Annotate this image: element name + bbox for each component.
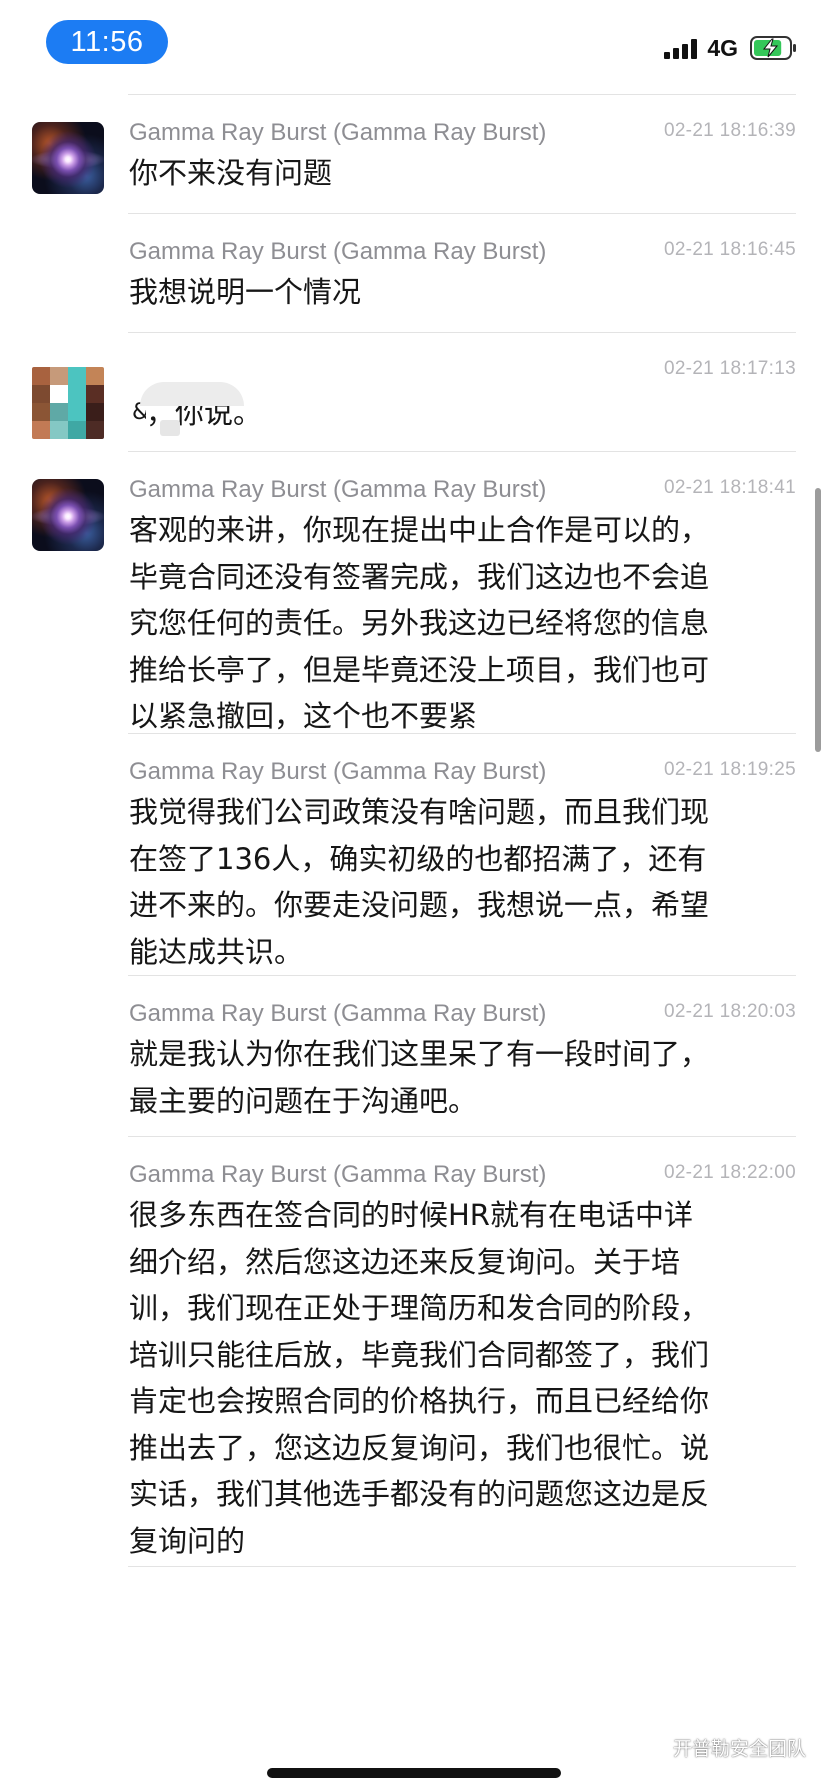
message-timestamp: 02-21 18:16:45 [663, 239, 796, 260]
message-item[interactable]: Gamma Ray Burst (Gamma Ray Burst) 02-21 … [0, 451, 828, 733]
sender-name: Gamma Ray Burst (Gamma Ray Burst) [129, 476, 547, 503]
redaction-blob [160, 420, 180, 436]
sender-name: Gamma Ray Burst (Gamma Ray Burst) [129, 1000, 547, 1027]
message-text: 你不来没有问题 [129, 156, 333, 190]
message-item[interactable]: 02-21 18:17:13 &，你说。 [0, 332, 828, 450]
message-text: 我想说明一个情况 [129, 275, 362, 309]
message-divider [128, 975, 796, 976]
message-timestamp: 02-21 18:17:13 [663, 358, 796, 379]
avatar-pixel [68, 403, 86, 421]
avatar-pixel [86, 367, 104, 385]
message-text: 客观的来讲，你现在提出中止合作是可以的， 毕竟合同还没有签署完成，我们这边也不会… [129, 513, 710, 733]
avatar-pixel [50, 403, 68, 421]
network-type: 4G [707, 34, 738, 61]
message-timestamp: 02-21 18:19:25 [663, 759, 796, 780]
message-divider [128, 451, 796, 452]
avatar-pixel [86, 385, 104, 403]
message-item[interactable]: Gamma Ray Burst (Gamma Ray Burst) 02-21 … [0, 213, 828, 331]
message-divider [128, 94, 796, 95]
message-divider [128, 1136, 796, 1137]
message-item[interactable]: Gamma Ray Burst (Gamma Ray Burst) 02-21 … [0, 975, 828, 1135]
avatar-pixel [50, 385, 68, 403]
message-text: 很多东西在签合同的时候HR就有在电话中详 细介绍，然后您这边还来反复询问。关于培… [129, 1198, 710, 1558]
message-timestamp: 02-21 18:22:00 [663, 1162, 796, 1183]
status-icons: 4G [664, 34, 796, 62]
sender-name: Gamma Ray Burst (Gamma Ray Burst) [129, 119, 547, 146]
status-time[interactable]: 11:56 [46, 20, 168, 64]
avatar-pixel [50, 367, 68, 385]
message-item[interactable]: Gamma Ray Burst (Gamma Ray Burst) 02-21 … [0, 1136, 828, 1566]
space-avatar[interactable] [32, 479, 104, 551]
space-avatar[interactable] [32, 122, 104, 194]
sender-name: Gamma Ray Burst (Gamma Ray Burst) [129, 758, 547, 785]
status-bar: 11:56 4G [0, 0, 828, 96]
redaction-blob [140, 382, 244, 406]
sender-name: Gamma Ray Burst (Gamma Ray Burst) [129, 1161, 547, 1188]
watermark: 开普勒安全团队 [633, 1734, 806, 1761]
sender-name: Gamma Ray Burst (Gamma Ray Burst) [129, 238, 547, 265]
avatar-pixel [68, 385, 86, 403]
wechat-channel-icon [633, 1737, 665, 1758]
watermark-text: 开普勒安全团队 [672, 1738, 806, 1760]
scrollbar-thumb[interactable] [815, 488, 821, 752]
message-item[interactable]: Gamma Ray Burst (Gamma Ray Burst) 02-21 … [0, 94, 828, 212]
cellular-signal-icon [664, 37, 698, 59]
avatar-pixel [86, 403, 104, 421]
avatar-pixel [32, 385, 50, 403]
message-divider [128, 1566, 796, 1567]
avatar-pixel [32, 367, 50, 385]
message-divider [128, 213, 796, 214]
message-item[interactable]: Gamma Ray Burst (Gamma Ray Burst) 02-21 … [0, 733, 828, 973]
avatar-pixel [32, 421, 50, 439]
message-timestamp: 02-21 18:20:03 [663, 1001, 796, 1022]
avatar-pixel [50, 421, 68, 439]
avatar-pixel [68, 421, 86, 439]
message-timestamp: 02-21 18:16:39 [663, 120, 796, 141]
message-text: 就是我认为你在我们这里呆了有一段时间了， 最主要的问题在于沟通吧。 [129, 1037, 710, 1118]
avatar-pixel [68, 367, 86, 385]
battery-icon [750, 36, 796, 60]
message-divider [128, 332, 796, 333]
message-item [0, 1566, 828, 1568]
message-text: 我觉得我们公司政策没有啥问题，而且我们现 在签了136人，确实初级的也都招满了，… [129, 795, 710, 969]
avatar-pixel [32, 403, 50, 421]
message-timestamp: 02-21 18:18:41 [663, 477, 796, 498]
home-indicator[interactable] [267, 1768, 561, 1778]
avatar-pixel [86, 421, 104, 439]
pixelated-avatar[interactable] [32, 367, 104, 439]
message-divider [128, 733, 796, 734]
